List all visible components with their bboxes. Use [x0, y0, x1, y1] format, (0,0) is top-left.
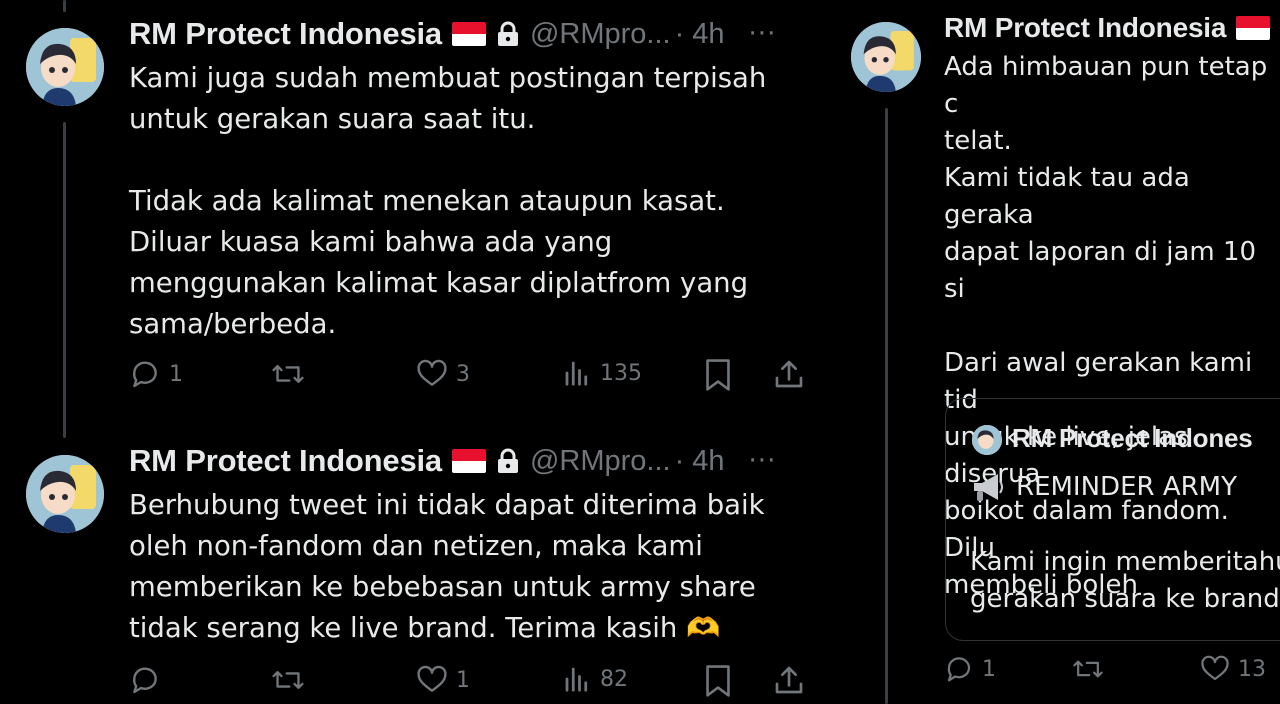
reply-button[interactable] [129, 664, 169, 696]
reply-button[interactable]: 1 [129, 358, 183, 390]
avatar-image [26, 28, 104, 106]
thread-line [63, 122, 66, 438]
tweet-text: Berhubung tweet ini tidak dapat diterima… [129, 489, 765, 644]
avatar[interactable] [851, 22, 921, 92]
megaphone-icon [974, 474, 1003, 501]
repost-icon [272, 364, 304, 384]
timestamp[interactable]: · 4h [675, 18, 725, 51]
share-button[interactable] [773, 358, 805, 390]
repost-button[interactable] [271, 664, 305, 696]
tweet-actions: 1 3 135 [129, 358, 819, 398]
tweet-actions: 1 13 [944, 654, 1280, 694]
author-handle[interactable]: @RMpro... [530, 18, 671, 51]
views-icon [565, 667, 588, 692]
like-count: 3 [456, 361, 470, 387]
quoted-tweet[interactable]: RM Protect Indones REMINDER ARMY Kami in… [945, 398, 1280, 641]
tweet-text: Kami juga sudah membuat postingan terpis… [129, 62, 767, 340]
views-button[interactable]: 135 [562, 358, 642, 388]
view-count: 82 [600, 666, 628, 692]
avatar-image [26, 455, 104, 533]
repost-icon [1073, 660, 1103, 678]
like-button[interactable]: 13 [1200, 654, 1266, 684]
thread-line [885, 108, 888, 704]
author-name[interactable]: RM Protect Indonesia [129, 443, 442, 479]
bookmark-icon [706, 359, 730, 391]
quoted-text: Kami ingin memberitahu gerakan suara ke … [970, 547, 1280, 614]
view-count: 135 [600, 360, 642, 386]
lock-icon [497, 448, 518, 473]
more-options-icon[interactable]: ··· [749, 446, 777, 476]
flag-icon [451, 449, 486, 473]
like-icon [417, 665, 447, 692]
avatar[interactable] [26, 455, 104, 533]
reply-icon [133, 667, 157, 694]
reply-icon [947, 657, 971, 682]
repost-icon [272, 670, 304, 690]
tweet-actions: 1 82 [129, 664, 819, 704]
flag-icon [451, 22, 486, 46]
repost-button[interactable] [271, 358, 305, 390]
views-icon [565, 361, 588, 386]
lock-icon [497, 21, 518, 46]
views-button[interactable]: 82 [562, 664, 628, 694]
share-icon [775, 666, 803, 694]
bookmark-icon [706, 665, 730, 697]
timestamp[interactable]: · 4h [675, 445, 725, 478]
left-thread: RM Protect Indonesia @RMpro... · 4h ··· … [0, 0, 840, 704]
like-count: 13 [1238, 656, 1266, 682]
avatar-image [972, 425, 1002, 455]
reply-count: 1 [982, 656, 996, 682]
reply-button[interactable]: 1 [944, 654, 996, 684]
repost-button[interactable] [1072, 654, 1104, 684]
author-handle[interactable]: @RMpro... [530, 445, 671, 478]
avatar[interactable] [26, 28, 104, 106]
share-button[interactable] [773, 664, 805, 696]
reply-count: 1 [169, 361, 183, 387]
more-options-icon[interactable]: ··· [749, 19, 777, 49]
avatar-image [851, 22, 921, 92]
share-icon [775, 360, 803, 388]
author-name[interactable]: RM Protect Indonesia [944, 12, 1226, 44]
quoted-title: REMINDER ARMY [1016, 472, 1237, 502]
author-name[interactable]: RM Protect Indonesia [129, 16, 442, 52]
bookmark-button[interactable] [703, 358, 733, 392]
right-tweet-pane: RM Protect Indonesia Ada himbauan pun te… [840, 0, 1280, 704]
reply-icon [133, 361, 157, 388]
like-icon [1201, 655, 1229, 681]
like-icon [417, 359, 447, 386]
avatar [972, 425, 1002, 455]
like-button[interactable]: 3 [416, 358, 470, 390]
bookmark-button[interactable] [703, 664, 733, 698]
like-button[interactable]: 1 [416, 664, 470, 696]
quoted-author-name: RM Protect Indones [1012, 423, 1253, 453]
thread-line-top [63, 0, 66, 12]
flag-icon [1236, 16, 1271, 40]
like-count: 1 [456, 667, 470, 693]
